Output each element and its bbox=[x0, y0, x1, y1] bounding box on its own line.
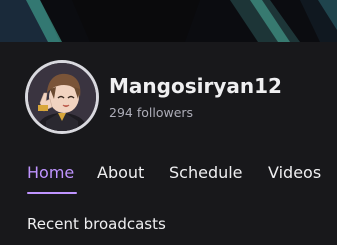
tab-active-indicator bbox=[27, 192, 77, 194]
follower-count: 294 followers bbox=[109, 105, 194, 120]
tab-schedule[interactable]: Schedule bbox=[169, 162, 243, 184]
profile-section: Mangosiryan12 294 followers Home About S… bbox=[0, 42, 337, 245]
channel-banner bbox=[0, 0, 337, 42]
channel-tabs: Home About Schedule Videos bbox=[27, 162, 337, 196]
tab-home[interactable]: Home bbox=[27, 162, 74, 184]
banner-image bbox=[0, 0, 337, 42]
avatar[interactable] bbox=[25, 60, 99, 134]
tab-videos[interactable]: Videos bbox=[268, 162, 321, 184]
recent-broadcasts-heading: Recent broadcasts bbox=[27, 215, 166, 233]
anime-character-avatar-icon bbox=[28, 63, 96, 131]
channel-name[interactable]: Mangosiryan12 bbox=[109, 74, 282, 98]
tab-about[interactable]: About bbox=[97, 162, 144, 184]
